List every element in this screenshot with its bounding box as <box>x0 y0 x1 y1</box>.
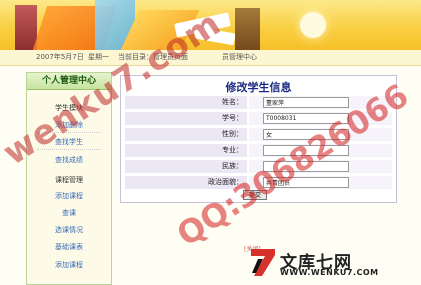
logo-url: WWW.WENKU7.COM <box>280 268 379 277</box>
form-row-student-id: 学号： <box>125 112 392 125</box>
sidebar-item-find-course[interactable]: 查课 <box>27 208 111 218</box>
name-field[interactable] <box>263 97 349 108</box>
name-label: 姓名： <box>125 96 247 109</box>
sidebar-item-add-course-2[interactable]: 添加课程 <box>27 260 111 270</box>
submit-button[interactable]: 提交 <box>243 190 267 200</box>
political-status-field[interactable] <box>263 177 349 188</box>
sidebar: 个人管理中心 学生模块 添加删除 查找学生 查找成绩 课程管理 添加课程 查课 … <box>26 72 112 285</box>
major-field[interactable] <box>263 145 349 156</box>
wenku7-logo: 文库七网 WWW.WENKU7.COM <box>250 247 420 283</box>
student-id-field[interactable] <box>263 113 349 124</box>
gender-cell <box>249 128 392 141</box>
course-section-title: 课程管理 <box>55 176 83 184</box>
banner-decoration <box>235 8 260 50</box>
banner-decoration <box>194 26 236 46</box>
form-row-name: 姓名： <box>125 96 392 109</box>
form-title: 修改学生信息 <box>225 81 292 94</box>
sidebar-item-course-selection[interactable]: 选课情况 <box>27 225 111 235</box>
edit-student-panel: 修改学生信息 姓名： 学号： 性别： 专业： 民族： 政治面貌： <box>120 75 397 203</box>
student-id-cell <box>249 112 392 125</box>
banner-decoration <box>300 12 326 38</box>
sidebar-item-add-delete[interactable]: 添加删除 <box>27 120 111 130</box>
sidebar-item-find-student[interactable]: 查找学生 <box>27 137 111 147</box>
student-section-title: 学生模块 <box>55 104 83 112</box>
political-status-cell <box>249 176 392 189</box>
breadcrumb: 2007年5月7日 星期一 当前目录：管理员页面 员管理中心 <box>0 50 421 66</box>
sidebar-item-find-score[interactable]: 查找成绩 <box>27 155 111 165</box>
political-status-label: 政治面貌： <box>125 176 247 189</box>
sidebar-item-basic-schedule[interactable]: 基础课表 <box>27 242 111 252</box>
student-id-label: 学号： <box>125 112 247 125</box>
form-row-gender: 性别： <box>125 128 392 141</box>
banner-decoration <box>15 5 37 50</box>
form-row-ethnicity: 民族： <box>125 160 392 173</box>
date-text: 2007年5月7日 <box>36 53 84 61</box>
divider <box>37 132 101 133</box>
divider <box>37 149 101 150</box>
weekday-text: 星期一 <box>88 53 109 61</box>
ethnicity-cell <box>249 160 392 173</box>
major-label: 专业： <box>125 144 247 157</box>
form-row-major: 专业： <box>125 144 392 157</box>
sidebar-item-add-course[interactable]: 添加课程 <box>27 191 111 201</box>
form-row-political-status: 政治面貌： <box>125 176 392 189</box>
name-cell <box>249 96 392 109</box>
gender-label: 性别： <box>125 128 247 141</box>
location-text: 当前目录：管理员页面 <box>118 53 188 61</box>
header-banner <box>0 0 421 50</box>
gender-field[interactable] <box>263 129 349 140</box>
ethnicity-field[interactable] <box>263 161 349 172</box>
ethnicity-label: 民族： <box>125 160 247 173</box>
sidebar-title: 个人管理中心 <box>27 73 111 90</box>
current-text: 员管理中心 <box>222 53 257 61</box>
major-cell <box>249 144 392 157</box>
seven-logo-icon <box>251 249 275 276</box>
